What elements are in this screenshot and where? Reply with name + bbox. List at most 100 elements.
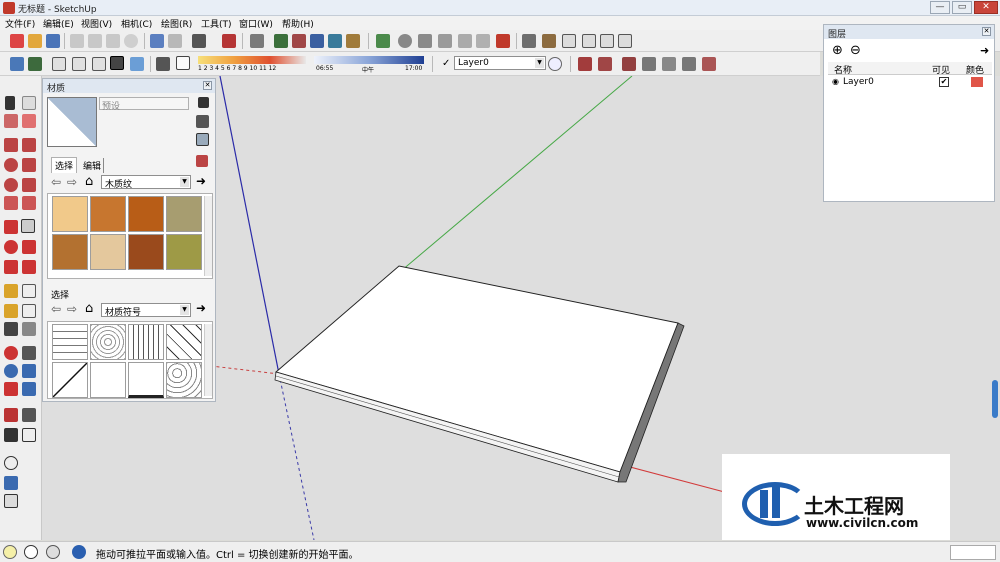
layer-details-icon[interactable]: ➜ <box>980 44 989 57</box>
menu-edit[interactable]: 编辑(E) <box>43 17 74 30</box>
library2-dropdown[interactable]: 材质符号 ▼ <box>101 303 191 318</box>
pattern-dots[interactable] <box>166 362 202 398</box>
components-icon[interactable] <box>522 34 536 48</box>
menu-camera[interactable]: 相机(C) <box>121 17 152 30</box>
home-2-icon[interactable]: ⌂ <box>85 301 93 316</box>
close-button[interactable]: ✕ <box>974 1 998 14</box>
zoom-extents-icon[interactable] <box>4 382 18 396</box>
orbit-icon[interactable] <box>398 34 412 48</box>
home-icon[interactable]: ⌂ <box>85 174 93 189</box>
pattern-stone[interactable] <box>90 324 126 360</box>
user-icon[interactable] <box>46 545 60 559</box>
house-outline-icon[interactable] <box>600 34 614 48</box>
scroll-handle[interactable] <box>992 380 998 418</box>
model-info-icon[interactable] <box>222 34 236 48</box>
back-arrow-2-icon[interactable]: ⇦ <box>51 302 61 316</box>
rotate-icon[interactable] <box>4 240 18 254</box>
pattern-line-bottom[interactable] <box>128 362 164 398</box>
sandbox-6-icon[interactable] <box>682 57 696 71</box>
section-display-icon[interactable] <box>458 34 472 48</box>
wood-swatch-7[interactable] <box>128 234 164 270</box>
wood-swatch-6[interactable] <box>90 234 126 270</box>
protractor-icon[interactable] <box>4 304 18 318</box>
display-secondary-icon[interactable] <box>198 97 209 108</box>
position-camera-icon[interactable] <box>4 408 18 422</box>
eyedropper-icon[interactable] <box>196 155 208 167</box>
previous-view-icon[interactable] <box>22 382 36 396</box>
front-view-icon[interactable] <box>310 34 324 48</box>
measurements-box[interactable] <box>950 545 996 560</box>
sandbox-5-icon[interactable] <box>662 57 676 71</box>
wood-swatch-1[interactable] <box>52 196 88 232</box>
close-icon[interactable]: ✕ <box>203 81 212 90</box>
arc-icon[interactable] <box>22 178 36 192</box>
menu-help[interactable]: 帮助(H) <box>282 17 314 30</box>
layer-manager-icon[interactable] <box>548 57 562 71</box>
hidden-line-icon[interactable] <box>92 57 106 71</box>
house-icon[interactable] <box>562 34 576 48</box>
select-arrow-icon[interactable] <box>5 96 15 110</box>
wood-swatch-4[interactable] <box>166 196 202 232</box>
shaded-icon[interactable] <box>110 56 124 70</box>
freehand-icon[interactable] <box>22 158 36 172</box>
time-slider[interactable] <box>314 56 424 64</box>
pattern-diagonal[interactable] <box>166 324 202 360</box>
cut-icon[interactable] <box>70 34 84 48</box>
default-material-icon[interactable] <box>196 133 209 146</box>
text-icon[interactable] <box>22 304 36 318</box>
back-arrow-icon[interactable]: ⇦ <box>51 175 61 189</box>
iso-cube-icon[interactable] <box>10 57 24 71</box>
polygon-icon[interactable] <box>4 178 18 192</box>
look-around-icon[interactable] <box>22 408 36 422</box>
dimension-icon[interactable] <box>22 284 36 298</box>
section-fill-icon[interactable] <box>438 34 452 48</box>
extension-icon[interactable] <box>496 34 510 48</box>
active-layer-radio-icon[interactable]: ◉ <box>832 77 839 86</box>
sandbox-3-icon[interactable] <box>622 57 636 71</box>
menu-window[interactable]: 窗口(W) <box>239 17 273 30</box>
iso-view-icon[interactable] <box>274 34 288 48</box>
eraser-icon[interactable] <box>22 114 36 128</box>
wood-swatch-2[interactable] <box>90 196 126 232</box>
follow-me-icon[interactable] <box>22 240 36 254</box>
menu-tools[interactable]: 工具(T) <box>201 17 232 30</box>
move-icon[interactable] <box>4 220 18 234</box>
wood-swatch-5[interactable] <box>52 234 88 270</box>
redo-icon[interactable] <box>168 34 182 48</box>
erase-icon[interactable] <box>124 34 138 48</box>
section-plane-icon[interactable] <box>22 428 36 442</box>
wireframe-icon[interactable] <box>72 57 86 71</box>
section-cut-icon[interactable] <box>476 34 490 48</box>
right-view-icon[interactable] <box>328 34 342 48</box>
geolocation-icon[interactable] <box>3 545 17 559</box>
paste-icon[interactable] <box>106 34 120 48</box>
building-icon[interactable] <box>542 34 556 48</box>
axes-icon[interactable] <box>4 322 18 336</box>
pattern-blank[interactable] <box>90 362 126 398</box>
pan-icon[interactable] <box>22 346 36 360</box>
copy-icon[interactable] <box>88 34 102 48</box>
scale-icon[interactable] <box>4 260 18 274</box>
pie-icon[interactable] <box>4 196 18 210</box>
paint-bucket-icon[interactable] <box>4 114 18 128</box>
shadows-toggle-icon[interactable] <box>156 57 170 71</box>
zoom-icon[interactable] <box>4 364 18 378</box>
forward-arrow-2-icon[interactable]: ⇨ <box>67 302 77 316</box>
minimize-button[interactable]: — <box>930 1 950 14</box>
new-file-icon[interactable] <box>10 34 24 48</box>
zoom-window-icon[interactable] <box>22 364 36 378</box>
open-folder-icon[interactable] <box>28 34 42 48</box>
component-icon[interactable] <box>22 96 36 110</box>
door-icon[interactable] <box>618 34 632 48</box>
menu-file[interactable]: 文件(F) <box>5 17 35 30</box>
layer-dropdown[interactable]: Layer0 ▼ <box>454 56 546 70</box>
offset-icon[interactable] <box>22 260 36 274</box>
sandbox-4-icon[interactable] <box>642 57 656 71</box>
print-icon[interactable] <box>192 34 206 48</box>
pattern-brick[interactable] <box>52 324 88 360</box>
circle-icon[interactable] <box>4 158 18 172</box>
info-icon[interactable] <box>24 545 38 559</box>
shaded-texture-icon[interactable] <box>130 57 144 71</box>
pattern-scrollbar[interactable] <box>204 324 212 396</box>
remove-layer-icon[interactable]: ⊖ <box>850 43 861 58</box>
